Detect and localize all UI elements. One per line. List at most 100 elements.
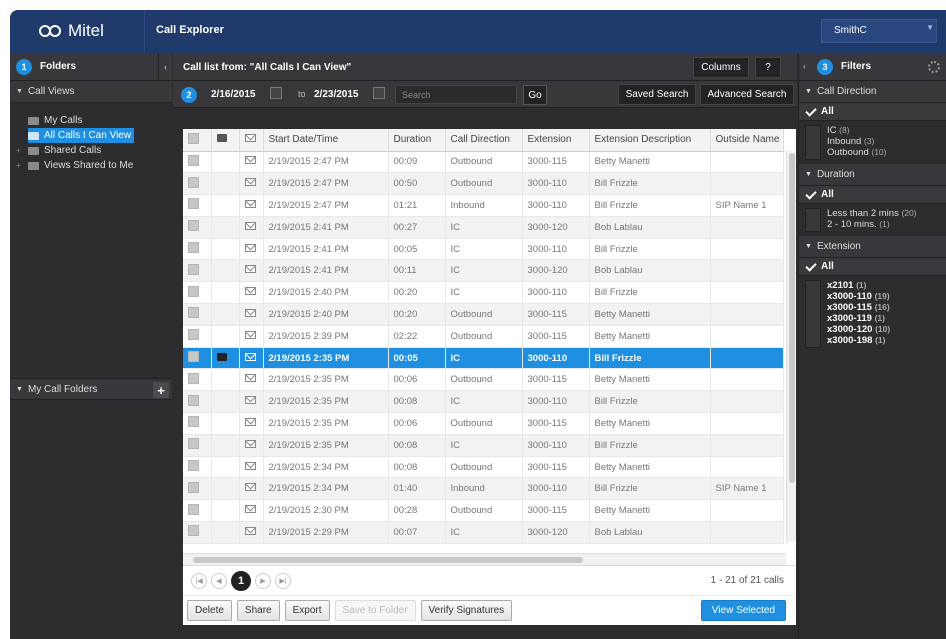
saved-search-button[interactable]: Saved Search <box>618 84 696 105</box>
tree-item-views-shared[interactable]: + Views Shared to Me <box>10 158 172 173</box>
table-row[interactable]: 2/19/2015 2:35 PM 00:06 Outbound 3000-115 Be… <box>183 412 784 435</box>
checkbox[interactable] <box>188 263 199 275</box>
checkbox[interactable] <box>188 503 199 515</box>
collapse-right-icon[interactable]: ‹ <box>803 62 806 71</box>
checkbox[interactable] <box>188 460 199 472</box>
column-header[interactable]: Start Date/Time <box>263 129 389 152</box>
calendar-icon[interactable] <box>270 87 282 99</box>
table-row[interactable]: 2/19/2015 2:41 PM 00:11 IC 3000-120 Bob Labl… <box>183 259 784 283</box>
collapse-left-icon[interactable]: ‹ <box>158 53 172 81</box>
checkbox[interactable] <box>188 372 199 384</box>
table-row[interactable]: 2/19/2015 2:35 PM 00:08 IC 3000-110 Bill Fri… <box>183 434 784 457</box>
checkbox[interactable] <box>188 481 199 493</box>
checkbox[interactable] <box>188 438 199 450</box>
user-menu[interactable]: SmithC ▼ <box>821 19 937 43</box>
table-row[interactable]: 2/19/2015 2:34 PM 00:08 Outbound 3000-115 Be… <box>183 456 784 479</box>
table-row[interactable]: 2/19/2015 2:47 PM 00:50 Outbound 3000-110 Bi… <box>183 172 784 196</box>
table-row[interactable]: 2/19/2015 2:35 PM 00:06 Outbound 3000-115 Be… <box>183 368 784 392</box>
table-row[interactable]: 2/19/2015 2:35 PM 00:08 IC 3000-110 Bill Fri… <box>183 390 784 414</box>
filter-all-option[interactable]: All <box>799 103 946 121</box>
table-row[interactable]: 2/19/2015 2:41 PM 00:05 IC 3000-110 Bill Fri… <box>183 238 784 261</box>
calendar-icon[interactable] <box>373 87 385 99</box>
filter-option[interactable]: Less than 2 mins (20) <box>805 208 946 219</box>
column-header[interactable]: Duration <box>388 129 446 152</box>
search-input[interactable]: Search <box>395 85 517 104</box>
date-to-field[interactable]: 2/23/2015 <box>314 85 359 104</box>
checkbox[interactable] <box>188 394 199 406</box>
filter-section-header[interactable]: ▼ Extension <box>799 236 946 258</box>
filter-section-header[interactable]: ▼ Duration <box>799 164 946 186</box>
columns-button[interactable]: Columns <box>693 57 749 78</box>
save-to-folder-button[interactable]: Save to Folder <box>334 600 416 621</box>
column-header[interactable]: Call Direction <box>445 129 523 152</box>
date-from-field[interactable]: 2/16/2015 <box>211 85 256 104</box>
filter-option[interactable]: x3000-110 (19) <box>805 291 946 302</box>
filter-option[interactable]: x2101 (1) <box>805 280 946 291</box>
column-header[interactable]: Extension Description <box>589 129 711 152</box>
filter-all-option[interactable]: All <box>799 258 946 276</box>
prev-page-icon[interactable]: ◀ <box>211 572 227 589</box>
table-row[interactable]: 2/19/2015 2:34 PM 01:40 Inbound 3000-110 Bil… <box>183 477 784 501</box>
camera-icon[interactable] <box>216 352 227 361</box>
filter-option[interactable]: Outbound (10) <box>805 147 946 158</box>
call-views-header[interactable]: ▼ Call Views <box>10 81 172 103</box>
filter-option[interactable]: x3000-198 (1) <box>805 335 946 346</box>
first-page-icon[interactable]: |◀ <box>191 572 207 589</box>
delete-button[interactable]: Delete <box>187 600 232 621</box>
checkbox[interactable] <box>188 416 199 428</box>
filter-option[interactable]: x3000-115 (16) <box>805 302 946 313</box>
share-button[interactable]: Share <box>236 600 280 621</box>
checkbox[interactable] <box>188 525 199 537</box>
tree-item-all-calls[interactable]: All Calls I Can View <box>28 128 134 143</box>
help-icon[interactable]: ? <box>755 57 781 78</box>
table-row[interactable]: 2/19/2015 2:39 PM 02:22 Outbound 3000-115 Be… <box>183 325 784 348</box>
expand-icon[interactable]: + <box>16 146 21 155</box>
filter-section-header[interactable]: ▼ Call Direction <box>799 81 946 103</box>
filter-option[interactable]: Inbound (3) <box>805 136 946 147</box>
verify-signatures-button[interactable]: Verify Signatures <box>420 600 513 621</box>
table-row[interactable]: 2/19/2015 2:40 PM 00:20 Outbound 3000-115 Be… <box>183 303 784 326</box>
go-button[interactable]: Go <box>523 85 547 105</box>
table-row[interactable]: 2/19/2015 2:47 PM 00:09 Outbound 3000-115 Be… <box>183 151 784 174</box>
table-row[interactable]: 2/19/2015 2:35 PM 00:05 IC 3000-110 Bill Fri… <box>183 347 784 370</box>
tree-item-my-calls[interactable]: My Calls <box>10 113 172 128</box>
checkbox[interactable] <box>188 154 199 166</box>
horizontal-scrollbar[interactable] <box>183 553 786 565</box>
table-row[interactable]: 2/19/2015 2:29 PM 00:07 IC 3000-120 Bob Labl… <box>183 521 784 544</box>
checkbox[interactable] <box>188 351 199 363</box>
last-page-icon[interactable]: ▶| <box>275 572 291 589</box>
checkbox[interactable] <box>188 329 199 341</box>
checkbox[interactable] <box>188 198 199 210</box>
filter-all-option[interactable]: All <box>799 186 946 204</box>
filter-option[interactable]: IC (8) <box>805 125 946 136</box>
checkbox[interactable] <box>188 307 199 319</box>
checkbox[interactable] <box>188 242 199 254</box>
table-row[interactable]: 2/19/2015 2:40 PM 00:20 IC 3000-110 Bill Fri… <box>183 281 784 305</box>
export-button[interactable]: Export <box>284 600 330 621</box>
table-row[interactable]: 2/19/2015 2:47 PM 01:21 Inbound 3000-110 Bil… <box>183 194 784 217</box>
filter-option[interactable]: 2 - 10 mins. (1) <box>805 219 946 230</box>
my-call-folders-header[interactable]: ▼ My Call Folders + <box>10 378 172 400</box>
tree-item-shared-calls[interactable]: + Shared Calls <box>10 143 172 158</box>
table-row[interactable]: 2/19/2015 2:41 PM 00:27 IC 3000-120 Bob Labl… <box>183 216 784 239</box>
checkbox[interactable] <box>188 132 199 144</box>
checkbox[interactable] <box>188 176 199 188</box>
advanced-search-button[interactable]: Advanced Search <box>700 84 794 105</box>
checkbox[interactable] <box>188 285 199 297</box>
next-page-icon[interactable]: ▶ <box>255 572 271 589</box>
view-selected-button[interactable]: View Selected <box>700 600 786 621</box>
add-folder-button[interactable]: + <box>153 382 169 398</box>
column-header[interactable]: Outside Name <box>710 129 784 152</box>
select-all-header[interactable] <box>183 129 212 152</box>
checkbox[interactable] <box>188 220 199 232</box>
expand-icon[interactable]: + <box>16 161 21 170</box>
filter-option[interactable]: x3000-119 (1) <box>805 313 946 324</box>
current-page[interactable]: 1 <box>231 570 251 591</box>
scroll-thumb[interactable] <box>193 557 583 563</box>
filter-option[interactable]: x3000-120 (10) <box>805 324 946 335</box>
column-header[interactable]: Extension <box>522 129 590 152</box>
scroll-thumb[interactable] <box>789 153 795 483</box>
gear-icon[interactable] <box>928 61 940 73</box>
vertical-scrollbar[interactable] <box>786 151 796 542</box>
table-row[interactable]: 2/19/2015 2:30 PM 00:28 Outbound 3000-115 Be… <box>183 499 784 523</box>
